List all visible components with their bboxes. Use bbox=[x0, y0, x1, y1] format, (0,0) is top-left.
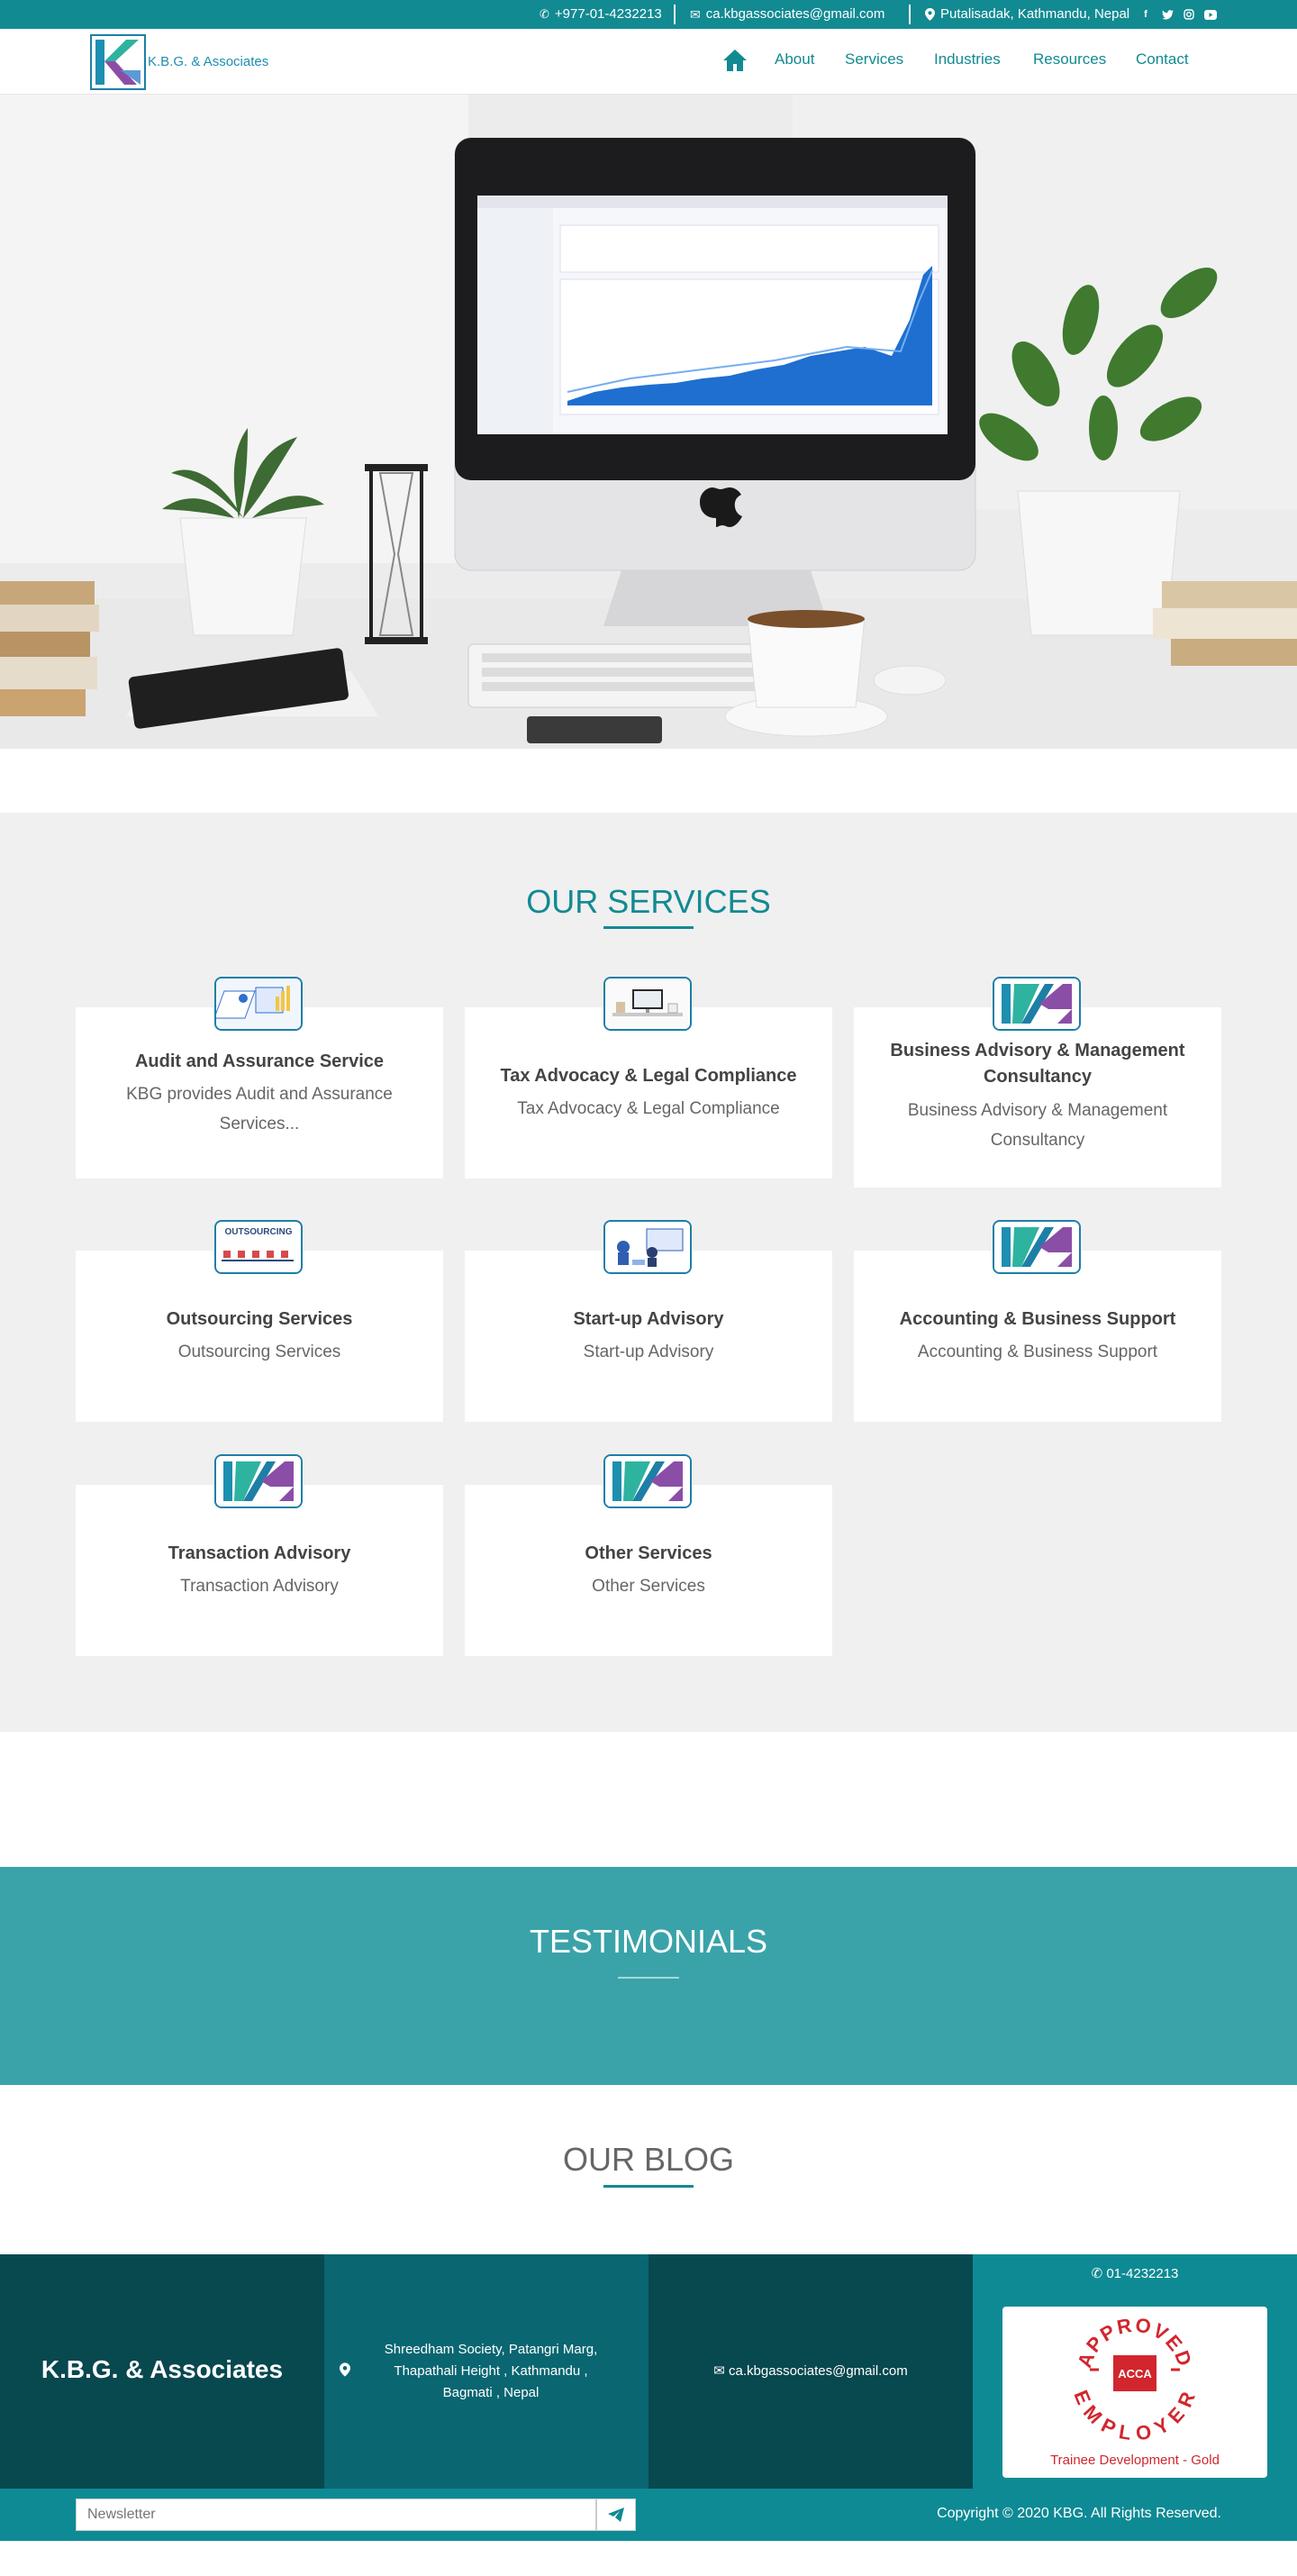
envelope-icon: ✉ bbox=[713, 2363, 730, 2379]
facebook-icon[interactable]: f bbox=[1139, 8, 1152, 21]
service-card-desc: KBG provides Audit and Assurance Service… bbox=[126, 1085, 393, 1133]
home-icon[interactable] bbox=[722, 49, 748, 72]
badge-caption: Trainee Development - Gold bbox=[1050, 2453, 1220, 2468]
newsletter-input[interactable] bbox=[76, 2499, 596, 2531]
kbg-logo[interactable] bbox=[90, 34, 146, 90]
service-card-desc: Business Advisory & Management Consultan… bbox=[907, 1101, 1168, 1150]
service-card-title: Outsourcing Services bbox=[166, 1309, 353, 1329]
service-card-business-advisory[interactable]: Business Advisory & Management Consultan… bbox=[854, 1007, 1221, 1188]
startup-icon bbox=[603, 1220, 692, 1274]
service-card-title: Accounting & Business Support bbox=[899, 1309, 1176, 1329]
blog-title: OUR BLOG bbox=[562, 2141, 735, 2178]
footer-phone-column: ✆ 01-4232213 APPROVED EMPLOYER ACCA Trai… bbox=[973, 2254, 1297, 2489]
service-card-accounting[interactable]: Accounting & Business Support Accounting… bbox=[854, 1251, 1221, 1422]
service-card-desc: Outsourcing Services bbox=[177, 1343, 341, 1361]
topbar-phone-text: +977-01-4232213 bbox=[554, 6, 662, 22]
topbar-divider bbox=[674, 5, 676, 24]
footer-email-column: ✉ ca.kbgassociates@gmail.com bbox=[648, 2254, 973, 2489]
acca-badge: APPROVED EMPLOYER ACCA Trainee Developme… bbox=[1002, 2307, 1267, 2478]
services-section: OUR SERVICES Audit and Assurance Service… bbox=[0, 813, 1297, 1732]
service-card-desc: Accounting & Business Support bbox=[917, 1343, 1158, 1361]
logo-text[interactable]: K.B.G. & Associates bbox=[148, 54, 268, 69]
topbar-address-text: Putalisadak, Kathmandu, Nepal bbox=[940, 6, 1130, 22]
service-card-title: Audit and Assurance Service bbox=[134, 1051, 385, 1071]
blog-section: OUR BLOG bbox=[0, 2085, 1297, 2254]
send-icon bbox=[608, 2508, 624, 2522]
topbar-address: Putalisadak, Kathmandu, Nepal bbox=[925, 0, 1129, 29]
envelope-icon: ✉ bbox=[690, 7, 701, 22]
services-title-underline bbox=[603, 926, 694, 929]
outsourcing-icon: OUTSOURCING bbox=[214, 1220, 303, 1274]
footer-address-column: Shreedham Society, Patangri Marg, Thapat… bbox=[324, 2254, 648, 2489]
topbar-phone[interactable]: ✆ +977-01-4232213 bbox=[540, 0, 662, 29]
service-card-title: Transaction Advisory bbox=[168, 1543, 351, 1563]
svg-text:EMPLOYER: EMPLOYER bbox=[1072, 2387, 1198, 2440]
topbar-email[interactable]: ✉ ca.kbgassociates@gmail.com bbox=[690, 0, 884, 29]
footer-brand: K.B.G. & Associates bbox=[41, 2355, 284, 2383]
service-card-audit[interactable]: Audit and Assurance Service KBG provides… bbox=[76, 1007, 443, 1179]
footer-phone-text: 01-4232213 bbox=[1106, 2266, 1179, 2281]
service-card-desc: Start-up Advisory bbox=[583, 1343, 714, 1361]
hero-image bbox=[0, 95, 1297, 749]
services-title: OUR SERVICES bbox=[526, 883, 771, 920]
map-pin-icon bbox=[925, 8, 935, 21]
badge-mid-text: ACCA bbox=[1118, 2367, 1152, 2380]
footer-email[interactable]: ✉ ca.kbgassociates@gmail.com bbox=[648, 2362, 973, 2379]
testimonials-title-underline bbox=[618, 1977, 679, 1979]
audit-icon bbox=[214, 977, 303, 1031]
site-footer: K.B.G. & Associates Shreedham Society, P… bbox=[0, 2254, 1297, 2489]
page-bottom-spacer bbox=[0, 2541, 1297, 2576]
copyright-text: Copyright © 2020 KBG. All Rights Reserve… bbox=[937, 2506, 1221, 2521]
nav-contact[interactable]: Contact bbox=[1136, 50, 1189, 68]
testimonials-section: TESTIMONIALS bbox=[0, 1867, 1297, 2085]
footer-phone[interactable]: ✆ 01-4232213 bbox=[973, 2265, 1297, 2281]
nav-about[interactable]: About bbox=[775, 50, 814, 68]
service-card-outsourcing[interactable]: Outsourcing Services Outsourcing Service… bbox=[76, 1251, 443, 1422]
kbg-logo-icon bbox=[603, 1454, 692, 1508]
footer-address: Shreedham Society, Patangri Marg, Thapat… bbox=[384, 2342, 598, 2400]
nav-services[interactable]: Services bbox=[845, 50, 903, 68]
tax-icon bbox=[603, 977, 692, 1031]
service-card-desc: Tax Advocacy & Legal Compliance bbox=[517, 1099, 780, 1118]
service-card-title: Start-up Advisory bbox=[573, 1309, 724, 1329]
site-header: K.B.G. & Associates About Services Indus… bbox=[0, 29, 1297, 95]
service-card-tax[interactable]: Tax Advocacy & Legal Compliance Tax Advo… bbox=[465, 1007, 832, 1179]
instagram-icon[interactable] bbox=[1183, 8, 1195, 21]
phone-icon: ✆ bbox=[540, 7, 549, 21]
nav-industries[interactable]: Industries bbox=[934, 50, 1001, 68]
topbar-divider bbox=[909, 5, 911, 24]
footer-brand-column: K.B.G. & Associates bbox=[0, 2254, 324, 2489]
service-card-other[interactable]: Other Services Other Services bbox=[465, 1485, 832, 1656]
newsletter-submit-button[interactable] bbox=[596, 2499, 636, 2531]
phone-icon: ✆ bbox=[1091, 2266, 1107, 2281]
top-bar: ✆ +977-01-4232213 ✉ ca.kbgassociates@gma… bbox=[0, 0, 1297, 29]
topbar-email-text: ca.kbgassociates@gmail.com bbox=[705, 6, 885, 22]
map-pin-icon bbox=[340, 2362, 350, 2377]
nav-resources[interactable]: Resources bbox=[1033, 50, 1106, 68]
outsourcing-icon-label: OUTSOURCING bbox=[224, 1227, 293, 1237]
kbg-logo-icon bbox=[993, 1220, 1081, 1274]
hero-banner bbox=[0, 95, 1297, 749]
service-card-startup[interactable]: Start-up Advisory Start-up Advisory bbox=[465, 1251, 832, 1422]
service-card-desc: Other Services bbox=[592, 1577, 705, 1596]
service-card-title: Other Services bbox=[585, 1543, 712, 1563]
kbg-logo-icon bbox=[993, 977, 1081, 1031]
acca-approved-employer-seal: APPROVED EMPLOYER ACCA bbox=[1072, 2314, 1198, 2440]
service-card-title: Business Advisory & Management Consultan… bbox=[890, 1041, 1185, 1087]
twitter-icon[interactable] bbox=[1161, 8, 1174, 21]
service-card-transaction[interactable]: Transaction Advisory Transaction Advisor… bbox=[76, 1485, 443, 1656]
footer-bottom-bar: Copyright © 2020 KBG. All Rights Reserve… bbox=[0, 2489, 1297, 2541]
testimonials-title: TESTIMONIALS bbox=[529, 1923, 768, 1960]
youtube-icon[interactable] bbox=[1204, 8, 1217, 21]
footer-email-text: ca.kbgassociates@gmail.com bbox=[729, 2363, 908, 2379]
service-card-title: Tax Advocacy & Legal Compliance bbox=[500, 1066, 797, 1086]
badge-bottom-text: EMPLOYER bbox=[1072, 2387, 1198, 2440]
blog-title-underline bbox=[603, 2185, 694, 2188]
kbg-logo-icon bbox=[214, 1454, 303, 1508]
service-card-desc: Transaction Advisory bbox=[180, 1577, 339, 1596]
